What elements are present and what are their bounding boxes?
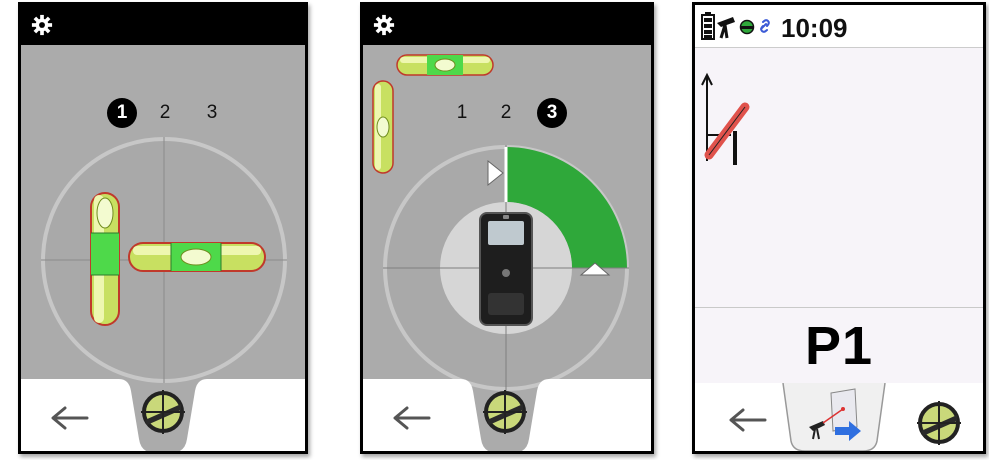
step-indicator: 1 2 3 <box>21 98 305 128</box>
gear-icon[interactable] <box>31 14 53 36</box>
angle-dial <box>383 145 629 391</box>
step-3[interactable]: 3 <box>537 98 567 128</box>
point-label: P1 <box>804 316 874 376</box>
bluetooth-link-icon <box>760 19 770 33</box>
divider <box>695 307 983 308</box>
status-time: 10:09 <box>781 13 848 43</box>
horizontal-vial <box>128 242 266 272</box>
step-3[interactable]: 3 <box>197 98 227 128</box>
screen-point-transfer: 10:09 P1 <box>692 2 986 454</box>
level-target-icon[interactable] <box>917 401 961 445</box>
level-target-icon[interactable] <box>483 390 527 434</box>
top-bar <box>21 5 305 45</box>
tripod-adapter-icon <box>717 17 735 39</box>
battery-icon <box>701 12 715 40</box>
arrow-left-icon[interactable] <box>47 403 91 433</box>
step-indicator: 1 2 3 <box>363 98 651 128</box>
screen-level-step1: 1 2 3 <box>18 2 308 454</box>
level-status-icon <box>739 19 755 35</box>
arrow-left-icon[interactable] <box>389 403 433 433</box>
top-bar <box>363 5 651 45</box>
step-1[interactable]: 1 <box>107 98 137 128</box>
screen-level-step3: 1 2 3 <box>360 2 654 454</box>
vertical-vial <box>90 192 120 326</box>
step-2[interactable]: 2 <box>491 98 521 128</box>
disto-device-icon <box>479 212 533 326</box>
level-dial <box>41 137 287 383</box>
small-horizontal-vial <box>396 54 494 76</box>
step-2[interactable]: 2 <box>150 98 180 128</box>
tilt-indicator-icon <box>701 72 750 165</box>
status-bar: 10:09 <box>695 5 983 48</box>
arrow-left-icon[interactable] <box>725 405 769 435</box>
gear-icon[interactable] <box>373 14 395 36</box>
step-1[interactable]: 1 <box>447 98 477 128</box>
level-target-icon[interactable] <box>141 390 185 434</box>
point-transfer-icon[interactable] <box>805 387 865 443</box>
